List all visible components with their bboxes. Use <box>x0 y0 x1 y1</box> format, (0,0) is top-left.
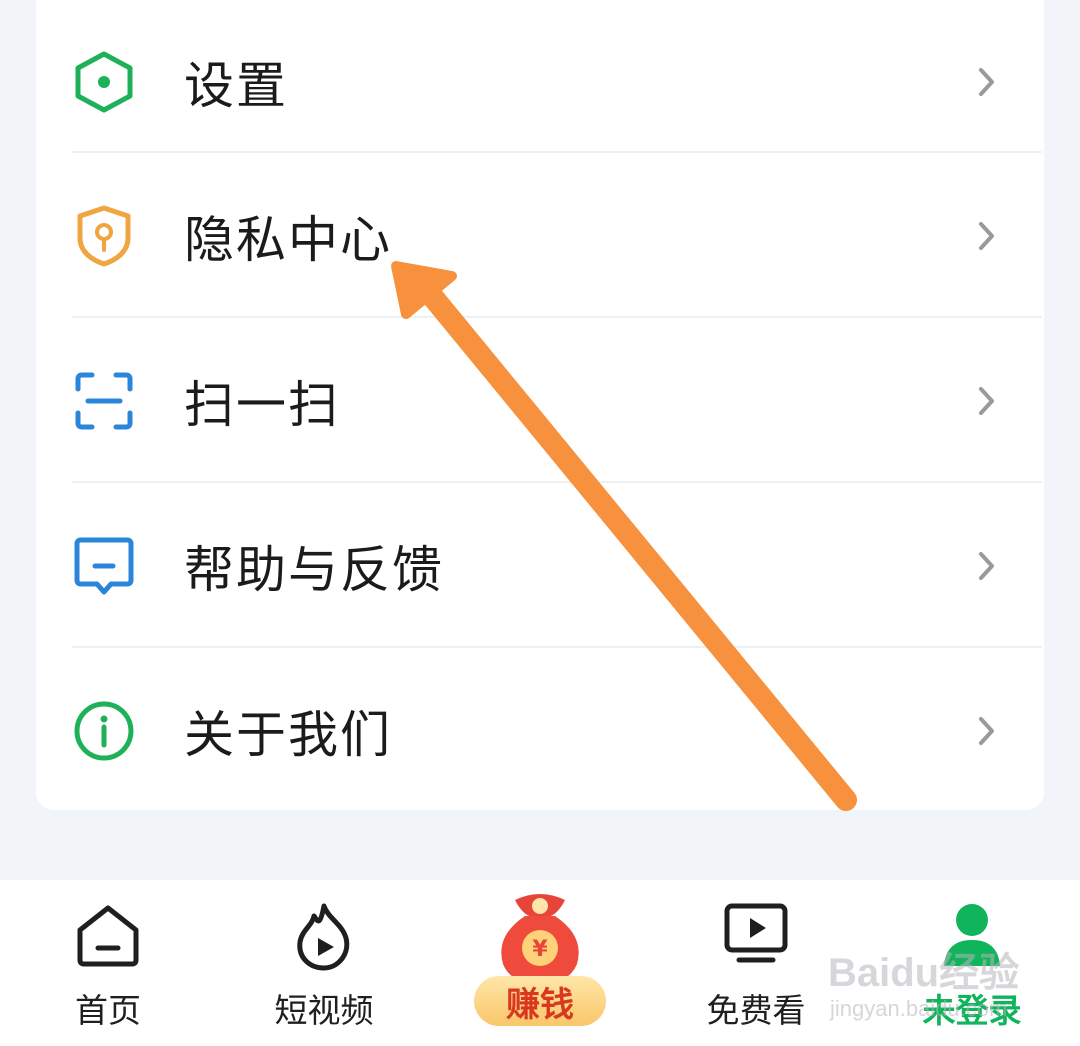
menu-item-settings[interactable]: 设置 <box>36 0 1044 164</box>
scan-icon <box>72 369 136 433</box>
menu-item-privacy-center[interactable]: 隐私中心 <box>36 154 1044 318</box>
divider <box>72 481 1042 483</box>
menu-item-label: 关于我们 <box>184 706 392 764</box>
home-icon <box>77 905 139 967</box>
chevron-right-icon <box>979 552 994 580</box>
money-bag-icon: ¥ <box>501 894 579 984</box>
privacy-shield-icon <box>72 204 136 268</box>
chevron-right-icon <box>979 387 994 415</box>
chevron-right-icon <box>979 222 994 250</box>
flame-play-icon <box>297 903 350 971</box>
watermark-logo: Baidu经验 <box>828 951 1020 995</box>
menu-item-label: 帮助与反馈 <box>184 541 444 599</box>
menu-item-help-feedback[interactable]: 帮助与反馈 <box>36 484 1044 648</box>
tv-play-icon <box>724 903 788 963</box>
menu-item-label: 设置 <box>184 57 288 115</box>
settings-hexagon-icon <box>72 50 136 114</box>
divider <box>72 646 1042 648</box>
tab-label: 短视频 <box>274 991 374 1030</box>
tab-home[interactable]: 首页 <box>33 880 183 1046</box>
menu-item-label: 隐私中心 <box>184 211 392 269</box>
tab-label: 免费看 <box>706 991 806 1030</box>
info-icon <box>72 699 136 763</box>
divider <box>72 316 1042 318</box>
tab-free-watch[interactable]: 免费看 <box>681 880 831 1046</box>
chevron-right-icon <box>979 717 994 745</box>
feedback-icon <box>72 534 136 598</box>
tab-label: 首页 <box>75 991 141 1030</box>
tab-earn-money[interactable]: ¥ 赚钱 <box>465 880 615 1046</box>
svg-text:¥: ¥ <box>532 937 548 962</box>
menu-item-label: 扫一扫 <box>184 376 340 434</box>
menu-item-scan[interactable]: 扫一扫 <box>36 319 1044 483</box>
watermark-url: jingyan.baidu.com <box>830 996 1008 1021</box>
chevron-right-icon <box>979 68 994 96</box>
tab-short-video[interactable]: 短视频 <box>249 880 399 1046</box>
menu-item-about-us[interactable]: 关于我们 <box>36 649 1044 813</box>
settings-menu-card: 设置 隐私中心 扫一扫 帮助与反馈 关于我们 <box>36 0 1044 810</box>
earn-money-pill: 赚钱 <box>474 976 606 1026</box>
divider <box>72 151 1042 153</box>
